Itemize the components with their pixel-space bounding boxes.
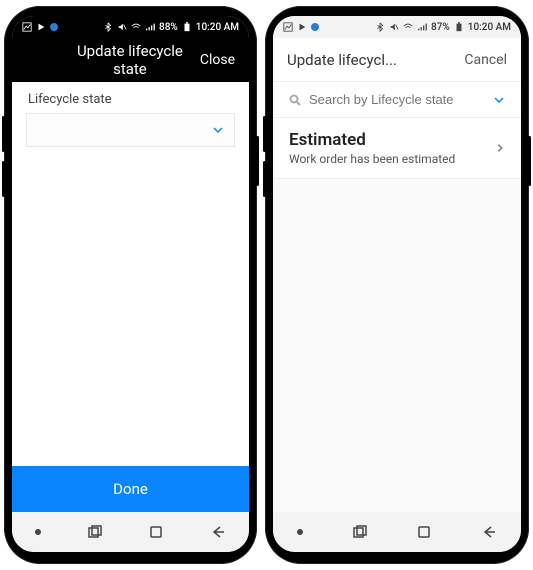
done-button[interactable]: Done bbox=[12, 466, 249, 512]
search-icon bbox=[289, 94, 301, 106]
field-label-lifecycle-state: Lifecycle state bbox=[12, 82, 249, 113]
wifi-icon bbox=[403, 22, 413, 32]
close-button[interactable]: Close bbox=[200, 52, 235, 68]
bluetooth-icon bbox=[103, 22, 113, 32]
battery-text: 87% bbox=[431, 22, 450, 33]
page-header: Update lifecycl... Cancel bbox=[273, 38, 521, 82]
phone-left: 88% 10:20 AM Update lifecycle state Clos… bbox=[4, 6, 257, 564]
battery-icon bbox=[182, 22, 192, 32]
android-statusbar: 87% 10:20 AM bbox=[273, 16, 521, 38]
battery-icon bbox=[454, 22, 464, 32]
bluetooth-icon bbox=[375, 22, 385, 32]
picture-icon bbox=[283, 22, 293, 32]
app-badge-icon bbox=[311, 23, 319, 31]
recents-icon[interactable] bbox=[352, 524, 368, 540]
android-statusbar: 88% 10:20 AM bbox=[12, 16, 249, 38]
chevron-down-icon bbox=[212, 124, 224, 136]
home-icon[interactable] bbox=[416, 524, 432, 540]
nav-dot-icon bbox=[35, 529, 41, 535]
mute-icon bbox=[389, 22, 399, 32]
home-icon[interactable] bbox=[148, 524, 164, 540]
chevron-right-icon bbox=[495, 143, 505, 153]
phone-right: 87% 10:20 AM Update lifecycl... Cancel E… bbox=[265, 6, 529, 564]
recents-icon[interactable] bbox=[87, 524, 103, 540]
page-title: Update lifecycle state bbox=[60, 42, 200, 78]
screen-left: 88% 10:20 AM Update lifecycle state Clos… bbox=[12, 16, 249, 552]
play-icon bbox=[36, 22, 46, 32]
search-row[interactable] bbox=[273, 82, 521, 118]
back-icon[interactable] bbox=[210, 524, 226, 540]
wifi-icon bbox=[131, 22, 141, 32]
lifecycle-state-dropdown[interactable] bbox=[26, 113, 235, 147]
list-item-title: Estimated bbox=[289, 130, 455, 150]
android-navbar bbox=[273, 512, 521, 552]
page-title: Update lifecycl... bbox=[287, 51, 397, 69]
search-input[interactable] bbox=[309, 92, 485, 107]
play-icon bbox=[297, 22, 307, 32]
page-header: Update lifecycle state Close bbox=[12, 38, 249, 82]
chevron-down-icon[interactable] bbox=[493, 94, 505, 106]
signal-icon bbox=[417, 22, 427, 32]
back-icon[interactable] bbox=[481, 524, 497, 540]
cancel-button[interactable]: Cancel bbox=[464, 52, 507, 68]
list-item-estimated[interactable]: Estimated Work order has been estimated bbox=[273, 118, 521, 179]
signal-icon bbox=[145, 22, 155, 32]
mute-icon bbox=[117, 22, 127, 32]
picture-icon bbox=[22, 22, 32, 32]
clock-text: 10:20 AM bbox=[196, 22, 239, 33]
clock-text: 10:20 AM bbox=[468, 22, 511, 33]
battery-text: 88% bbox=[159, 22, 178, 33]
android-navbar bbox=[12, 512, 249, 552]
nav-dot-icon bbox=[297, 529, 303, 535]
app-badge-icon bbox=[50, 23, 58, 31]
screen-right: 87% 10:20 AM Update lifecycl... Cancel E… bbox=[273, 16, 521, 552]
list-item-subtitle: Work order has been estimated bbox=[289, 152, 455, 166]
